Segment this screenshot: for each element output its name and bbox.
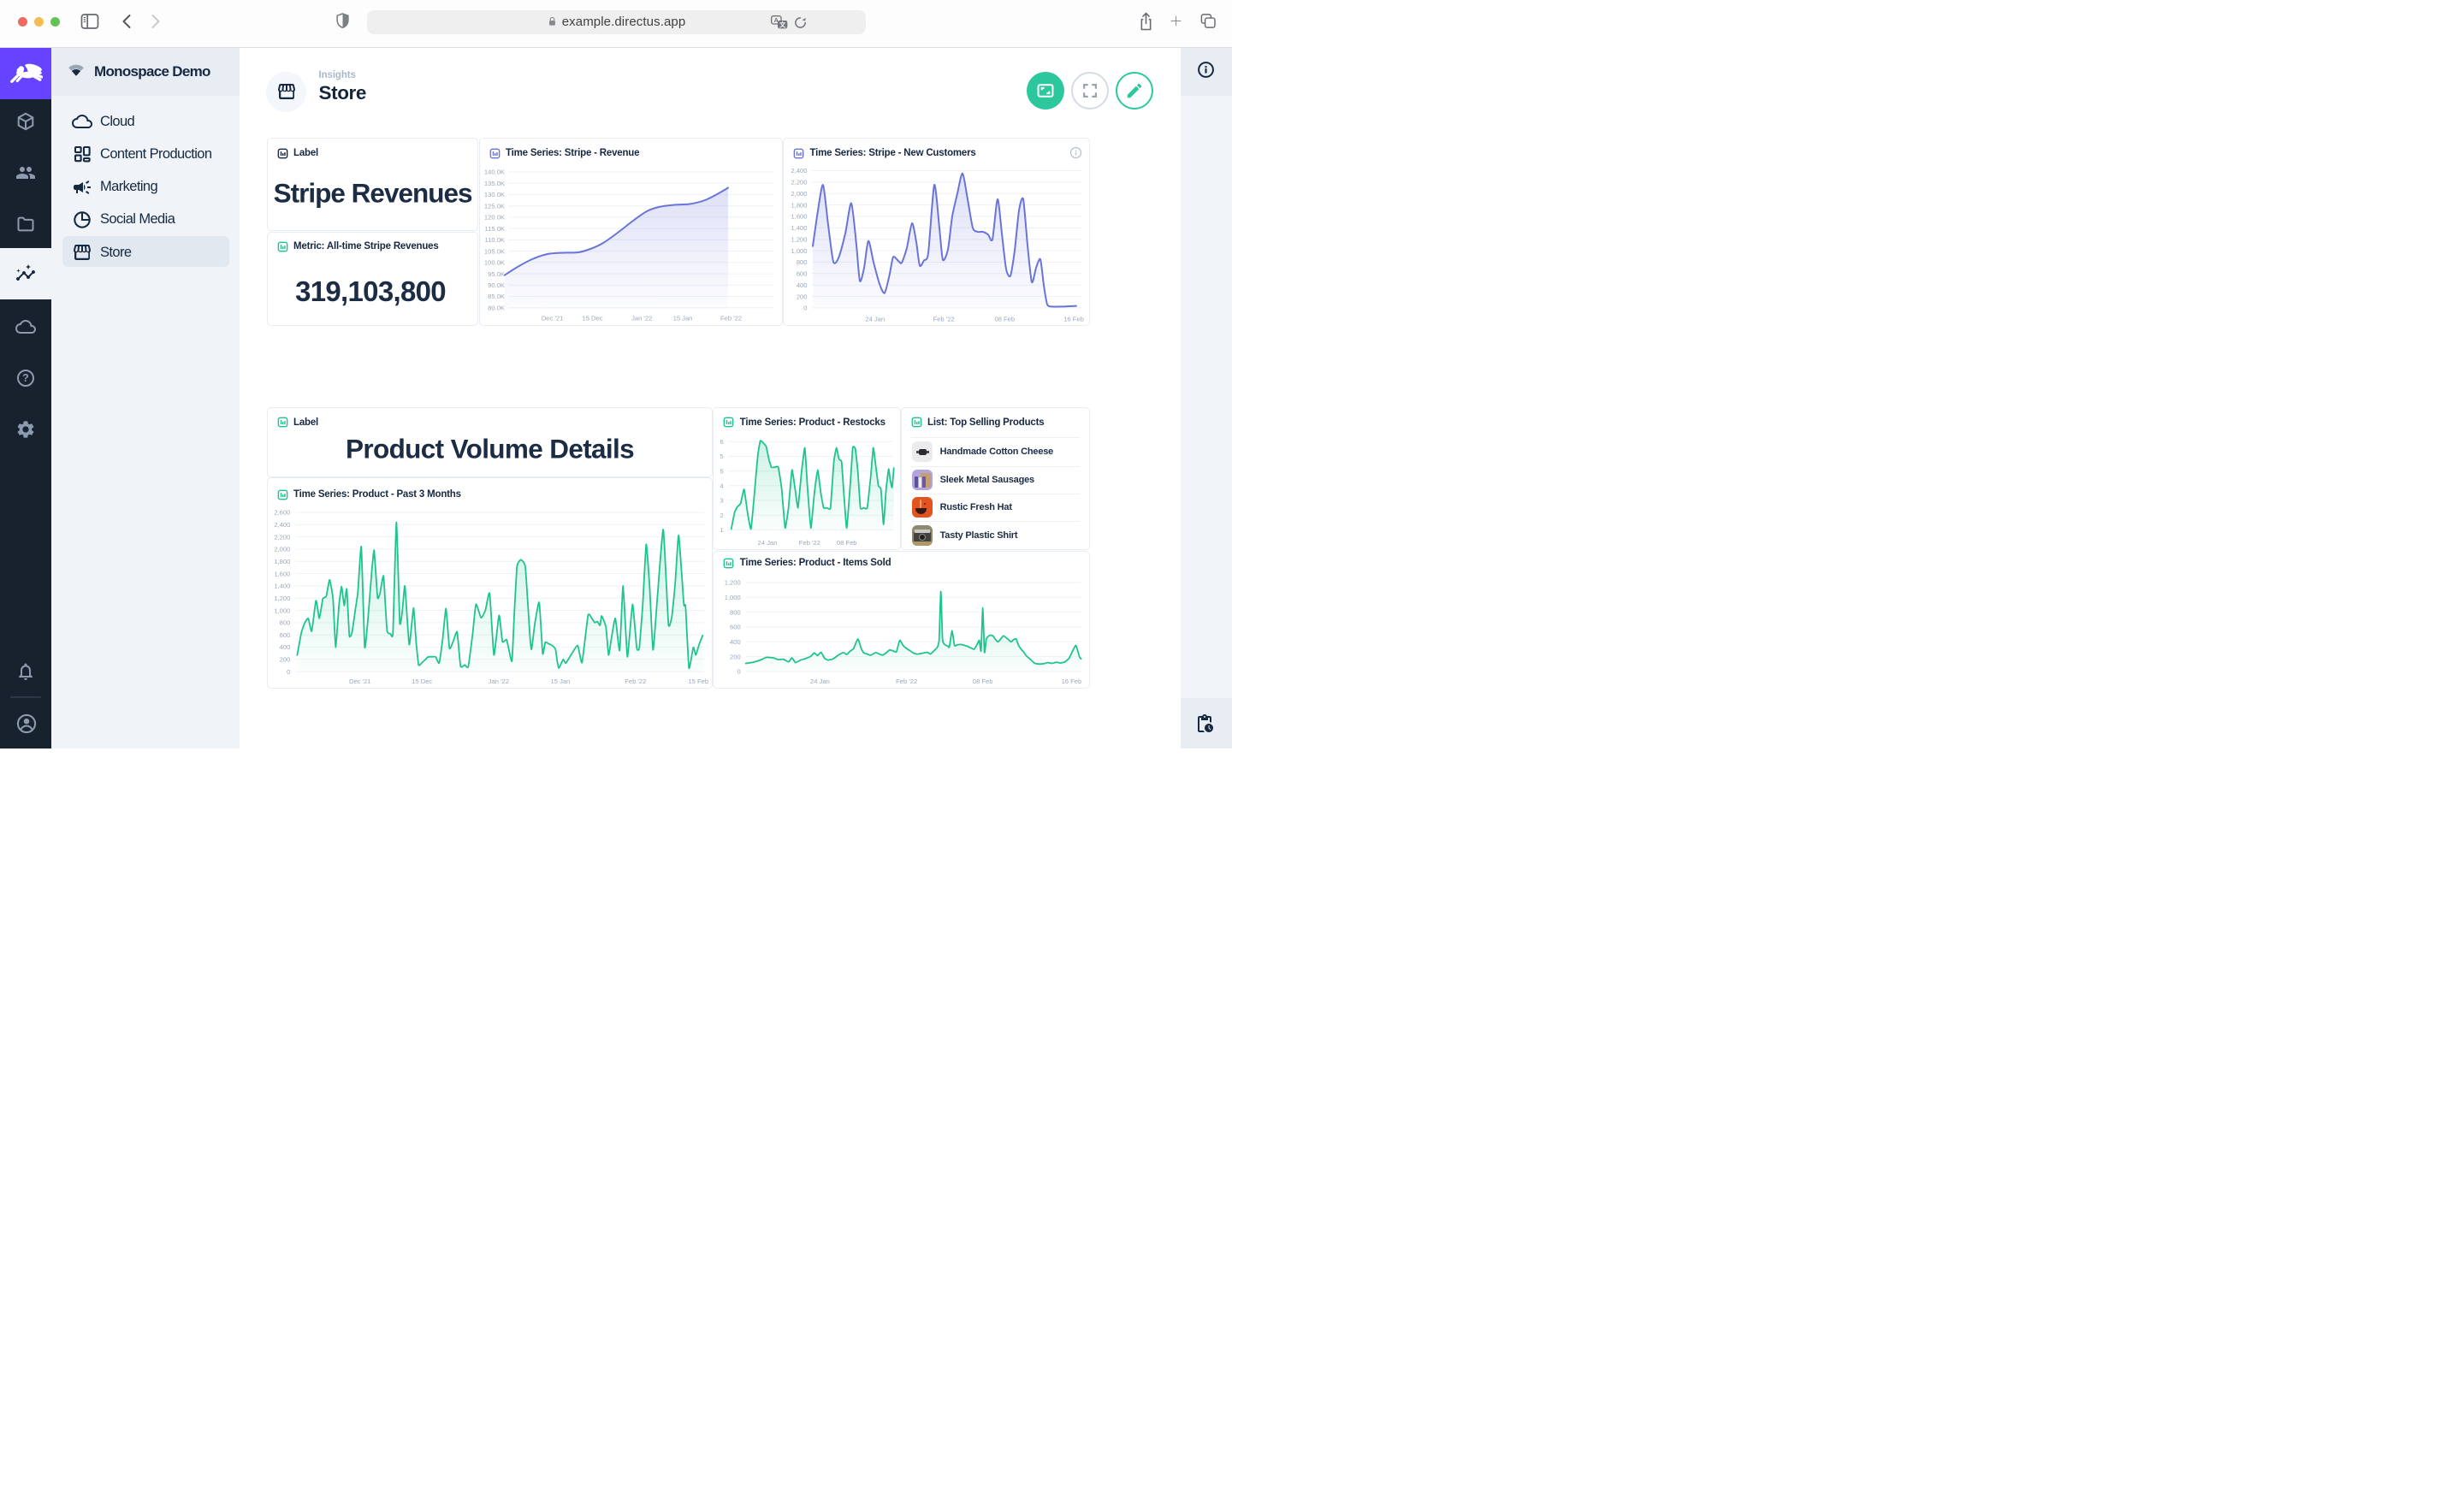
- svg-text:15 Jan: 15 Jan: [673, 315, 693, 322]
- svg-text:115.0K: 115.0K: [484, 225, 505, 233]
- svg-text:2,000: 2,000: [791, 190, 808, 198]
- svg-text:2: 2: [720, 512, 724, 519]
- svg-text:15 Feb: 15 Feb: [688, 677, 708, 685]
- svg-text:3: 3: [720, 497, 724, 505]
- svg-text:08 Feb: 08 Feb: [837, 539, 857, 547]
- svg-text:Jan '22: Jan '22: [488, 677, 508, 685]
- svg-text:2,600: 2,600: [274, 509, 290, 517]
- svg-text:800: 800: [279, 619, 290, 627]
- svg-text:1,000: 1,000: [791, 247, 808, 255]
- svg-text:5: 5: [720, 453, 724, 460]
- svg-text:1,200: 1,200: [725, 579, 741, 587]
- svg-text:15 Jan: 15 Jan: [550, 677, 570, 685]
- svg-text:1,200: 1,200: [274, 595, 290, 602]
- svg-text:600: 600: [797, 269, 808, 277]
- svg-text:Feb '22: Feb '22: [720, 315, 742, 322]
- svg-text:600: 600: [730, 624, 741, 631]
- svg-text:1,000: 1,000: [274, 606, 290, 614]
- svg-text:24 Jan: 24 Jan: [865, 315, 885, 322]
- svg-text:200: 200: [730, 653, 741, 660]
- svg-text:08 Feb: 08 Feb: [994, 315, 1015, 322]
- svg-text:800: 800: [730, 608, 741, 616]
- svg-text:Dec '21: Dec '21: [542, 315, 564, 322]
- svg-text:80.0K: 80.0K: [488, 305, 505, 312]
- svg-text:200: 200: [797, 293, 808, 300]
- svg-text:2,200: 2,200: [791, 179, 808, 186]
- svg-text:16 Feb: 16 Feb: [1062, 677, 1082, 685]
- svg-text:2,400: 2,400: [274, 521, 290, 529]
- svg-text:2,400: 2,400: [791, 167, 808, 175]
- svg-text:15 Dec: 15 Dec: [412, 677, 432, 685]
- svg-text:1,600: 1,600: [274, 570, 290, 577]
- svg-text:Dec '21: Dec '21: [349, 677, 370, 685]
- svg-text:6: 6: [720, 438, 724, 446]
- svg-text:800: 800: [797, 258, 808, 266]
- svg-text:200: 200: [279, 655, 290, 663]
- svg-text:0: 0: [737, 668, 741, 676]
- svg-text:0: 0: [803, 305, 807, 312]
- svg-text:95.0K: 95.0K: [488, 270, 505, 278]
- svg-text:0: 0: [287, 668, 290, 676]
- svg-text:15 Dec: 15 Dec: [582, 315, 602, 322]
- svg-text:24 Jan: 24 Jan: [758, 539, 778, 547]
- svg-text:400: 400: [797, 281, 808, 289]
- svg-text:400: 400: [279, 643, 290, 651]
- svg-text:1,400: 1,400: [791, 224, 808, 232]
- svg-text:Feb '22: Feb '22: [625, 677, 646, 685]
- svg-text:Feb '22: Feb '22: [896, 677, 917, 685]
- svg-text:Feb '22: Feb '22: [799, 539, 820, 547]
- svg-text:1,400: 1,400: [274, 583, 290, 590]
- svg-text:08 Feb: 08 Feb: [973, 677, 993, 685]
- svg-text:140.0K: 140.0K: [484, 169, 505, 176]
- svg-text:100.0K: 100.0K: [484, 259, 505, 267]
- svg-text:1,800: 1,800: [791, 201, 808, 209]
- svg-text:600: 600: [279, 631, 290, 639]
- svg-text:2,000: 2,000: [274, 546, 290, 553]
- svg-text:1,800: 1,800: [274, 558, 290, 565]
- svg-text:Feb '22: Feb '22: [933, 315, 955, 322]
- svg-text:120.0K: 120.0K: [484, 214, 505, 222]
- svg-text:24 Jan: 24 Jan: [810, 677, 830, 685]
- svg-text:1: 1: [720, 526, 724, 534]
- svg-text:16 Feb: 16 Feb: [1063, 315, 1084, 322]
- svg-text:130.0K: 130.0K: [484, 191, 505, 198]
- svg-text:125.0K: 125.0K: [484, 202, 505, 210]
- svg-text:文: 文: [779, 21, 786, 28]
- svg-text:105.0K: 105.0K: [484, 247, 505, 255]
- svg-text:1,600: 1,600: [791, 213, 808, 221]
- svg-text:5: 5: [720, 467, 724, 475]
- svg-text:Jan '22: Jan '22: [631, 315, 652, 322]
- svg-text:110.0K: 110.0K: [484, 236, 505, 244]
- svg-text:1,200: 1,200: [791, 235, 808, 243]
- svg-text:2,200: 2,200: [274, 533, 290, 541]
- svg-text:135.0K: 135.0K: [484, 180, 505, 187]
- svg-text:90.0K: 90.0K: [488, 281, 505, 289]
- svg-text:1,000: 1,000: [725, 594, 741, 601]
- svg-text:4: 4: [720, 482, 724, 490]
- svg-text:400: 400: [730, 638, 741, 646]
- svg-text:?: ?: [22, 372, 29, 384]
- svg-text:85.0K: 85.0K: [488, 293, 505, 300]
